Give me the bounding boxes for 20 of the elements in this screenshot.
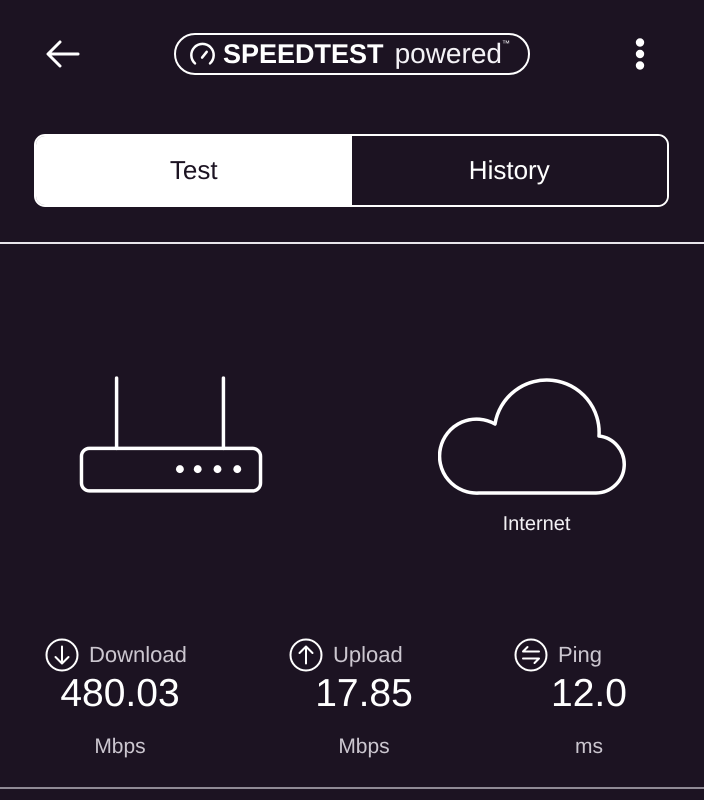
- metric-unit: Mbps: [93, 735, 147, 759]
- tab[interactable]: Test: [36, 136, 352, 205]
- metric-label: Ping: [558, 642, 602, 668]
- ping-circle-icon: [514, 638, 548, 672]
- upload-circle-icon: [289, 638, 323, 672]
- internet-label: Internet: [502, 513, 570, 535]
- gauge-icon: [189, 40, 216, 68]
- logo-wordmark: SPEEDTEST: [223, 39, 384, 69]
- more-icon[interactable]: [635, 38, 645, 70]
- router-icon: [79, 376, 263, 494]
- metric-label: Upload: [333, 642, 403, 668]
- metric-value: 480.03: [59, 672, 181, 716]
- download-circle-icon: [45, 638, 79, 672]
- metric-unit: ms: [574, 735, 604, 759]
- metric-label: Download: [89, 642, 187, 668]
- back-icon[interactable]: [46, 40, 80, 68]
- metric-unit: Mbps: [337, 735, 391, 759]
- metric-value: 17.85: [314, 672, 414, 716]
- logo-suffix: powered$^{™}$: [394, 38, 510, 70]
- metric-value: 12.0: [550, 672, 628, 716]
